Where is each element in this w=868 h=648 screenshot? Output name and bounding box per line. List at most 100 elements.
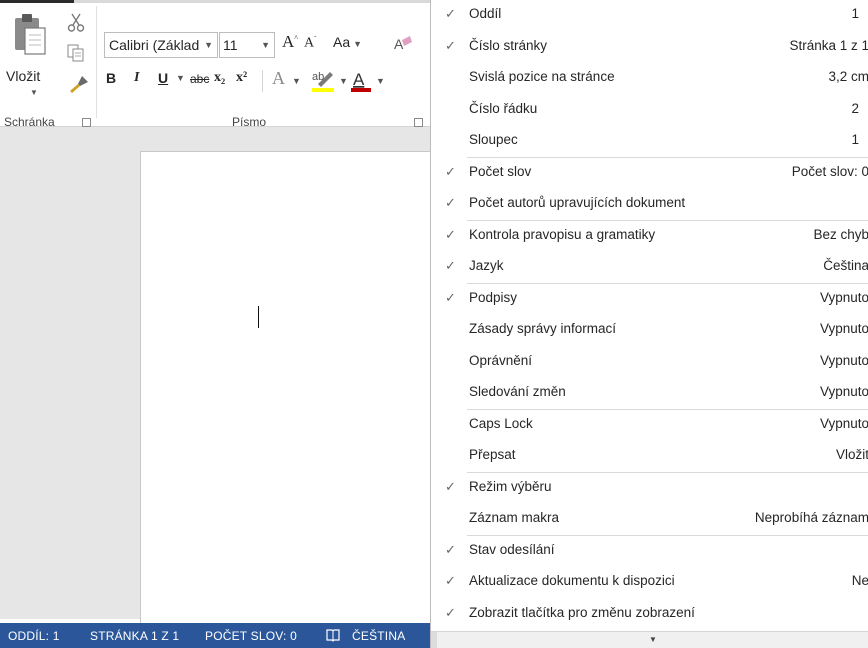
menu-item[interactable]: ✓ Oddíl 1 (431, 0, 868, 31)
text-effects-button[interactable]: A (272, 68, 285, 89)
menu-item[interactable]: Sloupec 1 (431, 126, 868, 157)
menu-item-label: Počet slov (469, 163, 532, 179)
paste-icon[interactable] (13, 10, 47, 56)
menu-item[interactable]: Oprávnění Vypnuto (431, 347, 868, 378)
clear-formatting-icon[interactable]: A (392, 34, 414, 54)
chevron-down-icon[interactable]: ▼ (292, 76, 301, 86)
subscript-button[interactable]: x₂ (214, 70, 225, 86)
font-color-icon[interactable]: A (350, 68, 372, 92)
document-canvas[interactable] (0, 127, 440, 631)
checkmark-icon: ✓ (445, 573, 456, 588)
menu-item-label: Režim výběru (469, 478, 552, 494)
copy-icon[interactable] (66, 44, 86, 62)
menu-item[interactable]: Číslo řádku 2 (431, 95, 868, 126)
menu-item[interactable]: ✓ Podpisy Vypnuto (431, 284, 868, 315)
menu-item[interactable]: Záznam makra Neprobíhá záznam (431, 504, 868, 535)
status-word-count[interactable]: POČET SLOV: 0 (205, 629, 297, 643)
proofing-book-icon[interactable] (326, 628, 340, 642)
menu-item-value: Počet slov: 0 (791, 163, 868, 179)
menu-item-label: Počet autorů upravujících dokument (469, 195, 686, 210)
menu-item-label: Jazyk (469, 258, 504, 273)
font-color-letter: A (353, 70, 365, 89)
chevron-down-icon[interactable]: ▼ (261, 33, 270, 57)
menu-item-label: Svislá pozice na stránce (469, 69, 615, 84)
menu-item-label: Záznam makra (469, 510, 560, 525)
status-page[interactable]: STRÁNKA 1 Z 1 (90, 629, 179, 643)
paste-button-label[interactable]: Vložit (6, 68, 40, 84)
underline-dropdown-arrow[interactable]: ▼ (176, 73, 185, 83)
menu-item[interactable]: Caps Lock Vypnuto (431, 410, 868, 441)
change-case-label: Aa (333, 34, 351, 50)
checkmark-icon: ✓ (445, 604, 456, 620)
menu-item-label: Caps Lock (469, 415, 533, 431)
menu-item-label: Kontrola pravopisu a gramatiky (469, 226, 656, 242)
menu-item-value: Čeština (823, 258, 868, 273)
menu-item-value: Vypnuto (819, 415, 868, 431)
menu-item-value: Vypnuto (819, 384, 868, 399)
text-cursor (258, 306, 259, 328)
menu-item-label: Číslo řádku (469, 100, 538, 116)
menu-item[interactable]: ✓ Jazyk Čeština (431, 252, 868, 283)
chevron-down-icon[interactable]: ▼ (204, 33, 213, 57)
customize-status-bar-menu: ✓ Oddíl 1 ✓ Číslo stránky Stránka 1 z 1 Svislá… (430, 0, 868, 648)
menu-item-value: Stránka 1 z 1 (789, 37, 868, 53)
font-name-value: Calibri (Základ (109, 37, 200, 53)
menu-item[interactable]: Zásady správy informací Vypnuto (431, 315, 868, 346)
highlight-icon[interactable]: ab (310, 68, 336, 92)
cut-icon[interactable] (66, 12, 86, 32)
status-bar[interactable]: ODDÍL: 1 STRÁNKA 1 Z 1 POČET SLOV: 0 ČEŠ… (0, 623, 430, 648)
menu-scrollbar-track[interactable] (431, 632, 437, 648)
menu-item[interactable]: ✓ Stav odesílání (431, 536, 868, 567)
menu-item[interactable]: Sledování změn Vypnuto (431, 378, 868, 409)
menu-scroll-down[interactable]: ▼ (431, 631, 868, 648)
checkmark-icon: ✓ (445, 258, 456, 273)
menu-item[interactable]: ✓ Počet slov Počet slov: 0 (431, 158, 868, 189)
document-page[interactable] (140, 151, 440, 631)
chevron-down-icon[interactable]: ▼ (649, 635, 657, 644)
font-size-combobox[interactable]: 11 ▼ (219, 32, 275, 58)
menu-item-value: 1 (851, 132, 859, 147)
chevron-down-icon[interactable]: ▼ (353, 39, 362, 49)
underline-button[interactable]: U (158, 70, 168, 86)
checkmark-icon: ✓ (445, 163, 456, 179)
strikethrough-button[interactable]: abc (190, 72, 209, 86)
chevron-down-icon[interactable]: ▼ (376, 76, 385, 86)
menu-item-value: Vypnuto (819, 352, 868, 368)
italic-button[interactable]: I (134, 70, 139, 86)
checkmark-icon: ✓ (445, 289, 456, 305)
menu-item[interactable]: Přepsat Vložit (431, 441, 868, 472)
font-dialog-launcher[interactable] (414, 118, 423, 127)
menu-item[interactable]: ✓ Zobrazit tlačítka pro změnu zobrazení (431, 599, 868, 630)
menu-item-value: Neprobíhá záznam (754, 510, 868, 525)
menu-item[interactable]: ✓ Číslo stránky Stránka 1 z 1 (431, 32, 868, 63)
bold-button[interactable]: B (106, 70, 116, 86)
menu-item[interactable]: Svislá pozice na stránce 3,2 cm (431, 63, 868, 94)
chevron-down-icon[interactable]: ▼ (339, 76, 348, 86)
svg-text:A: A (394, 36, 404, 52)
menu-item[interactable]: ✓ Režim výběru (431, 473, 868, 504)
menu-item-label: Číslo stránky (469, 37, 548, 53)
menu-item-label: Podpisy (469, 289, 518, 305)
menu-item[interactable]: ✓ Kontrola pravopisu a gramatiky Bez chyb (431, 221, 868, 252)
font-group: Calibri (Základ ▼ 11 ▼ A^ Aˇ Aa ▼ A B I U… (96, 8, 430, 129)
active-tab-indicator (0, 0, 74, 3)
menu-item-value: 3,2 cm (828, 69, 868, 84)
menu-item-label: Zobrazit tlačítka pro změnu zobrazení (469, 604, 695, 620)
menu-item-value: Ne (851, 573, 868, 588)
checkmark-icon: ✓ (445, 37, 456, 53)
clipboard-dialog-launcher[interactable] (82, 118, 91, 127)
format-painter-icon[interactable] (68, 74, 90, 94)
menu-item[interactable]: ✓ Aktualizace dokumentu k dispozici Ne (431, 567, 868, 598)
menu-item[interactable]: ✓ Počet autorů upravujících dokument (431, 189, 868, 220)
superscript-button[interactable]: x² (236, 70, 247, 86)
checkmark-icon: ✓ (445, 195, 456, 210)
menu-item-value: Vložit (835, 447, 868, 462)
paste-dropdown-arrow[interactable]: ▼ (30, 88, 38, 97)
shrink-font-button[interactable]: Aˇ (304, 35, 316, 52)
font-name-combobox[interactable]: Calibri (Základ ▼ (104, 32, 218, 58)
status-language[interactable]: ČEŠTINA (352, 629, 405, 643)
status-section[interactable]: ODDÍL: 1 (8, 629, 60, 643)
change-case-button[interactable]: Aa ▼ (333, 34, 362, 50)
menu-item-value: 1 (851, 6, 859, 21)
grow-font-button[interactable]: A^ (282, 32, 298, 52)
